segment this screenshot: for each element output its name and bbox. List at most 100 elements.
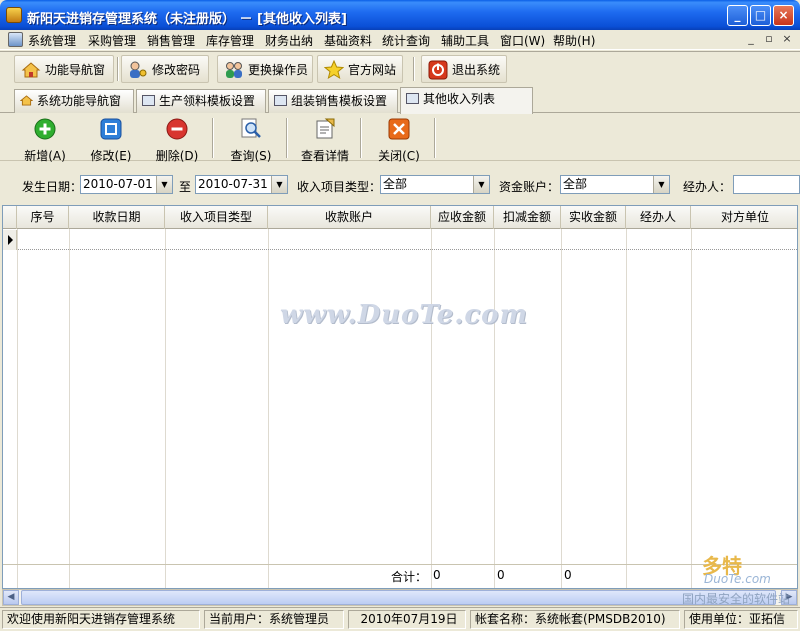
total-receivable: 0 bbox=[433, 568, 441, 582]
column-header[interactable]: 扣减金额 bbox=[494, 206, 561, 229]
menu-window[interactable]: 窗口(W) bbox=[500, 32, 545, 49]
users-key-icon bbox=[130, 61, 147, 78]
total-deduct: 0 bbox=[497, 568, 505, 582]
chevron-down-icon[interactable]: ▼ bbox=[473, 176, 489, 193]
delete-icon bbox=[166, 118, 188, 140]
title-bar: 新阳天进销存管理系统（未注册版） － [其他收入列表] _ □ × bbox=[0, 0, 800, 30]
status-bar: 欢迎使用新阳天进销存管理系统 当前用户：系统管理员 2010年07月19日 帐套… bbox=[0, 607, 800, 631]
menu-basic-data[interactable]: 基础资料 bbox=[324, 32, 372, 49]
table-row[interactable] bbox=[3, 230, 797, 250]
menu-tools[interactable]: 辅助工具 bbox=[441, 32, 489, 49]
column-header[interactable]: 经办人 bbox=[626, 206, 691, 229]
column-header[interactable]: 收入项目类型 bbox=[165, 206, 268, 229]
mdi-close-button[interactable]: × bbox=[780, 32, 794, 45]
mdi-child-icon[interactable] bbox=[8, 32, 23, 47]
chevron-down-icon[interactable]: ▼ bbox=[271, 176, 287, 193]
column-divider bbox=[691, 229, 692, 588]
home-icon bbox=[21, 62, 41, 78]
menu-help[interactable]: 帮助(H) bbox=[553, 32, 595, 49]
status-date: 2010年07月19日 bbox=[348, 610, 466, 629]
current-row-indicator[interactable] bbox=[3, 230, 17, 250]
edit-button[interactable]: 修改(E) bbox=[80, 116, 142, 163]
column-header[interactable]: 对方单位 bbox=[691, 206, 797, 229]
edit-icon bbox=[100, 118, 122, 140]
status-unit: 使用单位：亚拓信 bbox=[684, 610, 798, 629]
column-header[interactable]: 应收金额 bbox=[431, 206, 494, 229]
mdi-restore-button[interactable]: ▫ bbox=[762, 32, 776, 45]
logo-tagline: 国内最安全的软件站 bbox=[682, 592, 791, 606]
add-button[interactable]: 新增(A) bbox=[14, 116, 76, 163]
date-to-picker[interactable]: 2010-07-31 ▼ bbox=[195, 175, 288, 194]
scroll-thumb[interactable] bbox=[21, 590, 776, 605]
handler-input[interactable] bbox=[733, 175, 800, 194]
watermark: www.DuoTe.com bbox=[280, 300, 529, 330]
income-type-value: 全部 bbox=[383, 177, 408, 191]
tab-label: 组装销售模板设置 bbox=[291, 94, 388, 108]
close-window-button[interactable]: × bbox=[773, 5, 794, 26]
close-button[interactable]: 关闭(C) bbox=[368, 116, 430, 163]
chevron-down-icon[interactable]: ▼ bbox=[653, 176, 669, 193]
home-icon bbox=[20, 95, 33, 106]
income-type-select[interactable]: 全部 ▼ bbox=[380, 175, 490, 194]
total-received: 0 bbox=[564, 568, 572, 582]
status-account: 帐套名称：系统帐套(PMSDB2010) bbox=[470, 610, 680, 629]
close-icon bbox=[388, 118, 410, 140]
toolbar-separator bbox=[212, 118, 214, 158]
toolbar-separator bbox=[434, 118, 436, 158]
maximize-button[interactable]: □ bbox=[750, 5, 771, 26]
exit-icon bbox=[428, 60, 448, 80]
column-divider bbox=[626, 229, 627, 588]
tab-other-income-list[interactable]: 其他收入列表 bbox=[400, 87, 533, 114]
view-details-button[interactable]: 查看详情 bbox=[294, 116, 356, 163]
filter-bar: 发生日期： 2010-07-01 ▼ 至 2010-07-31 ▼ 收入项目类型… bbox=[0, 162, 800, 204]
switch-operator-label: 更换操作员 bbox=[248, 63, 309, 77]
nav-window-button[interactable]: 功能导航窗 bbox=[14, 55, 114, 83]
change-password-button[interactable]: 修改密码 bbox=[121, 55, 209, 83]
app-icon bbox=[6, 7, 22, 23]
star-icon bbox=[324, 60, 344, 80]
minimize-button[interactable]: _ bbox=[727, 5, 748, 26]
tab-nav-window[interactable]: 系统功能导航窗 bbox=[14, 89, 134, 113]
details-icon bbox=[316, 118, 335, 139]
tab-label: 生产领料模板设置 bbox=[159, 94, 256, 108]
fund-account-select[interactable]: 全部 ▼ bbox=[560, 175, 670, 194]
tab-production-template[interactable]: 生产领料模板设置 bbox=[136, 89, 266, 113]
logo-sub: DuoTe.com bbox=[704, 572, 771, 586]
toolbar-separator bbox=[360, 118, 362, 158]
official-site-button[interactable]: 官方网站 bbox=[317, 55, 403, 83]
date-label: 发生日期： bbox=[22, 180, 83, 194]
date-to-value: 2010-07-31 bbox=[198, 177, 268, 191]
column-divider bbox=[494, 229, 495, 588]
nav-window-label: 功能导航窗 bbox=[45, 63, 106, 77]
tab-assembly-template[interactable]: 组装销售模板设置 bbox=[268, 89, 398, 113]
date-from-value: 2010-07-01 bbox=[83, 177, 153, 191]
column-header[interactable]: 收款账户 bbox=[268, 206, 431, 229]
form-icon bbox=[142, 95, 155, 106]
column-header[interactable]: 实收金额 bbox=[561, 206, 626, 229]
search-button[interactable]: 查询(S) bbox=[220, 116, 282, 163]
column-divider bbox=[165, 229, 166, 588]
status-user: 当前用户：系统管理员 bbox=[204, 610, 344, 629]
users-swap-icon bbox=[226, 62, 242, 78]
column-divider bbox=[431, 229, 432, 588]
column-header[interactable]: 序号 bbox=[17, 206, 69, 229]
delete-button[interactable]: 删除(D) bbox=[146, 116, 208, 163]
form-icon bbox=[274, 95, 287, 106]
income-grid[interactable]: 序号 收款日期 收入项目类型 收款账户 应收金额 扣减金额 实收金额 经办人 对… bbox=[2, 205, 798, 589]
switch-operator-button[interactable]: 更换操作员 bbox=[217, 55, 313, 83]
chevron-down-icon[interactable]: ▼ bbox=[156, 176, 172, 193]
exit-system-button[interactable]: 退出系统 bbox=[421, 55, 507, 83]
menu-inventory[interactable]: 库存管理 bbox=[206, 32, 254, 49]
handler-label: 经办人： bbox=[683, 180, 732, 194]
main-toolbar: 功能导航窗 修改密码 更换操作员 官方网站 退出系统 bbox=[0, 51, 800, 85]
date-from-picker[interactable]: 2010-07-01 ▼ bbox=[80, 175, 173, 194]
menu-sales[interactable]: 销售管理 bbox=[147, 32, 195, 49]
menu-system[interactable]: 系统管理 bbox=[28, 32, 76, 49]
mdi-minimize-button[interactable]: _ bbox=[744, 32, 758, 45]
scroll-left-icon[interactable]: ◀ bbox=[3, 590, 19, 605]
menu-statistics[interactable]: 统计查询 bbox=[382, 32, 430, 49]
menu-finance[interactable]: 财务出纳 bbox=[265, 32, 313, 49]
menu-purchase[interactable]: 采购管理 bbox=[88, 32, 136, 49]
row-header-corner bbox=[3, 206, 17, 229]
column-header[interactable]: 收款日期 bbox=[69, 206, 165, 229]
